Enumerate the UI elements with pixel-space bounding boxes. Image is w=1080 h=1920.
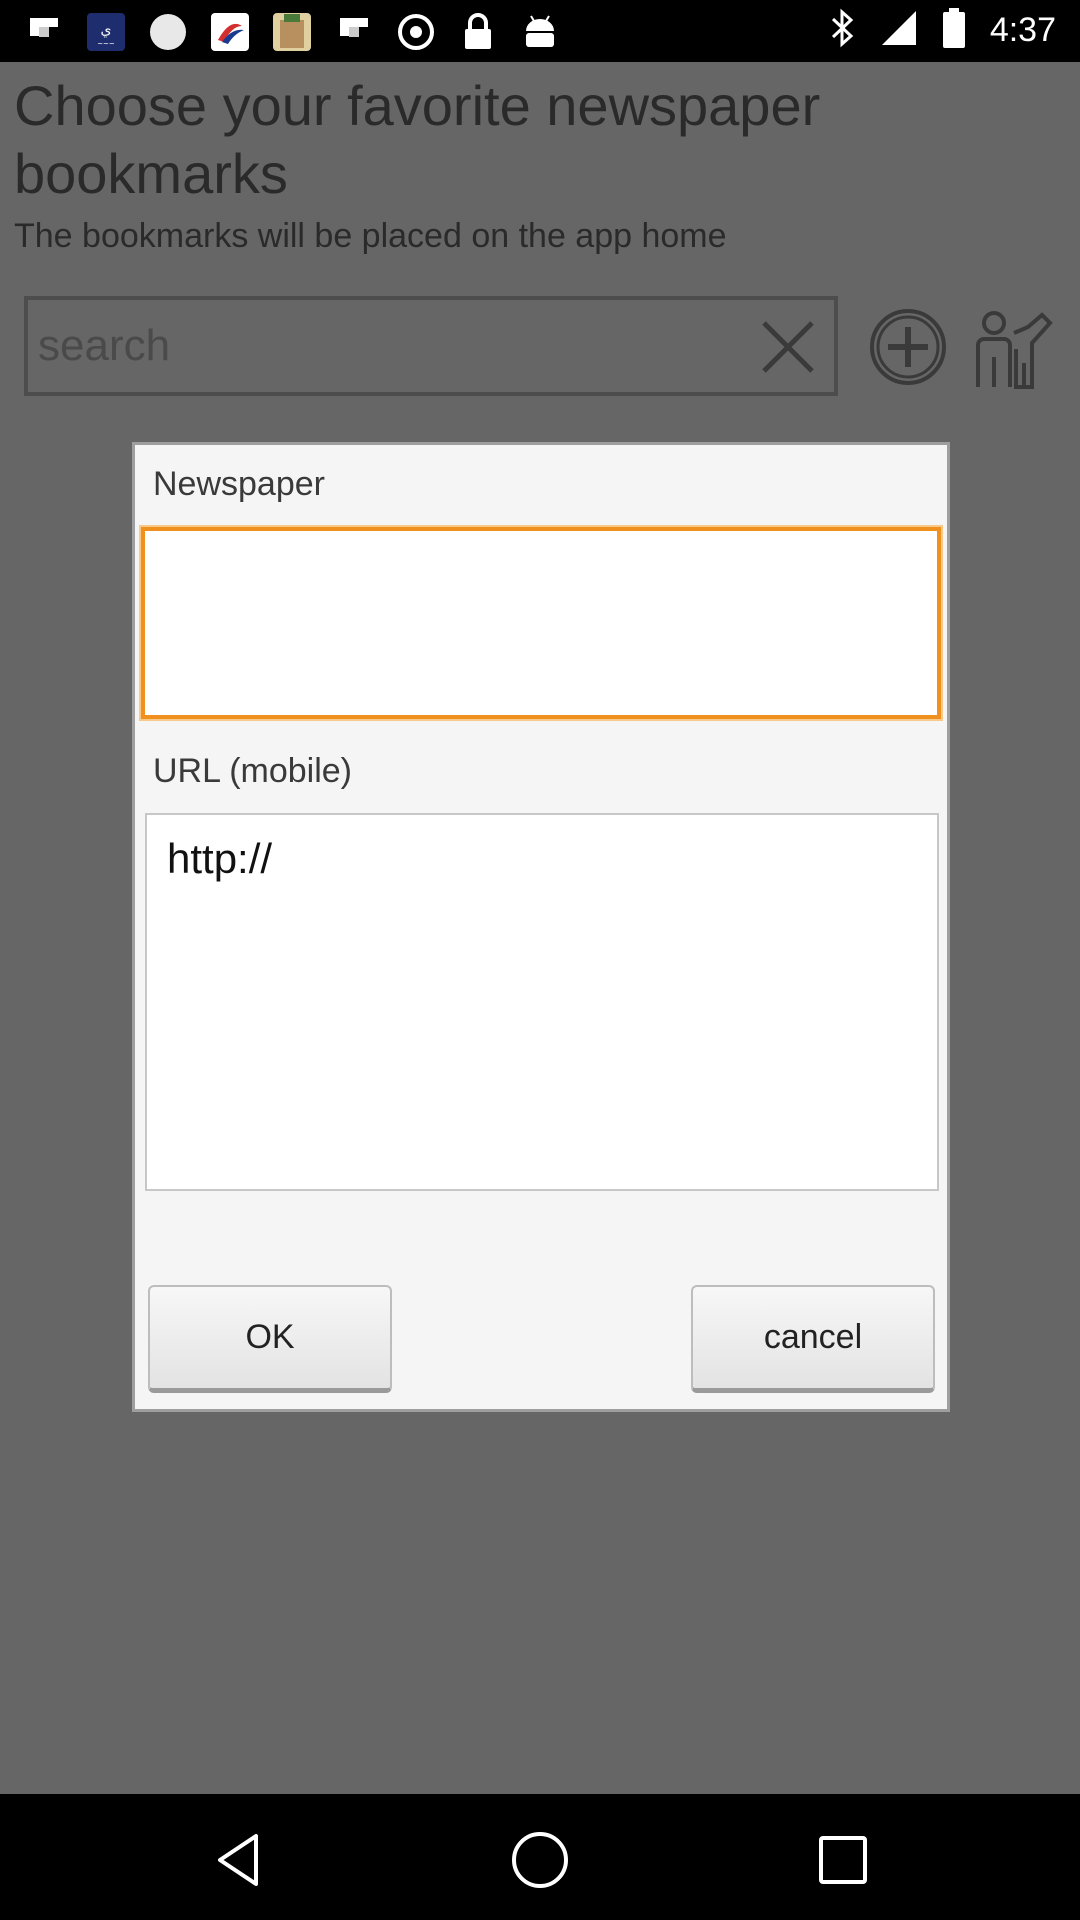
clock: 4:37 <box>989 11 1056 49</box>
search-input[interactable] <box>38 318 738 374</box>
newspaper-label: Newspaper <box>153 465 325 503</box>
page-subtitle: The bookmarks will be placed on the app … <box>14 217 727 255</box>
url-field[interactable]: http:// <box>145 813 939 1191</box>
lock-icon <box>458 12 498 52</box>
clear-icon[interactable] <box>752 314 824 380</box>
add-bookmark-button[interactable] <box>868 307 948 387</box>
home-icon[interactable] <box>500 1820 580 1900</box>
airline-app-icon <box>210 12 250 52</box>
back-icon[interactable] <box>200 1820 280 1900</box>
photo-app-icon <box>272 12 312 52</box>
signal-icon <box>880 9 918 52</box>
newspaper-field[interactable] <box>141 527 941 719</box>
battery-icon <box>942 8 966 53</box>
flipboard-icon <box>24 12 64 52</box>
flipboard-icon <box>334 12 374 52</box>
android-icon <box>520 12 560 52</box>
url-label: URL (mobile) <box>153 752 353 790</box>
plus-circle-icon <box>870 309 946 385</box>
page-title: Choose your favorite newspaper bookmarks <box>14 74 821 205</box>
cancel-button[interactable]: cancel <box>691 1285 935 1393</box>
circle-icon <box>148 12 188 52</box>
notification-icons: ي ~~~ <box>24 12 560 52</box>
svg-text:~~~: ~~~ <box>97 40 115 48</box>
people-icon <box>976 311 1053 389</box>
arabic-app-icon: ي ~~~ <box>86 12 126 52</box>
family-button[interactable] <box>972 307 1056 391</box>
add-newspaper-dialog: Newspaper URL (mobile) http:// OK cancel <box>132 442 950 1412</box>
bluetooth-icon <box>830 8 856 53</box>
status-bar: ي ~~~ 4:37 <box>0 0 1080 62</box>
search-box <box>24 296 838 396</box>
settings-circle-icon <box>396 12 436 52</box>
ok-button[interactable]: OK <box>148 1285 392 1393</box>
navigation-bar <box>0 1794 1080 1920</box>
recent-apps-icon[interactable] <box>803 1820 883 1900</box>
svg-text:ي: ي <box>101 22 112 38</box>
